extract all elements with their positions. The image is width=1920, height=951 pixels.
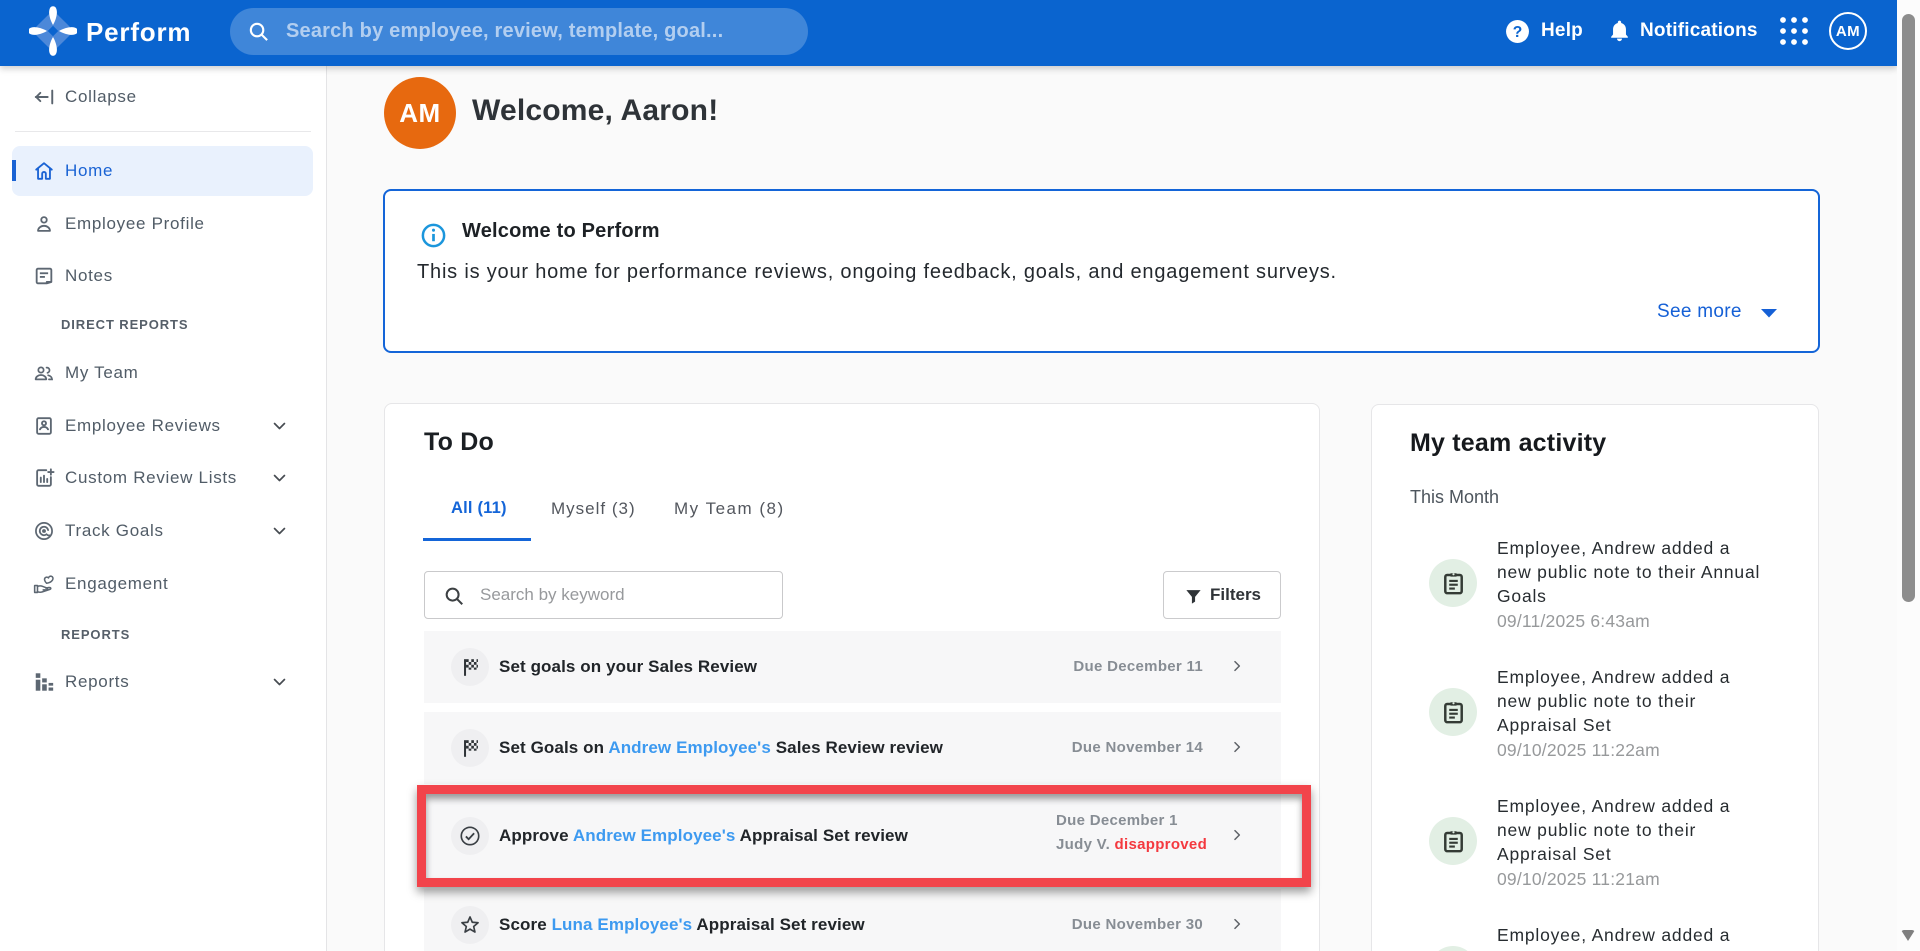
svg-text:?: ?	[1513, 23, 1523, 40]
